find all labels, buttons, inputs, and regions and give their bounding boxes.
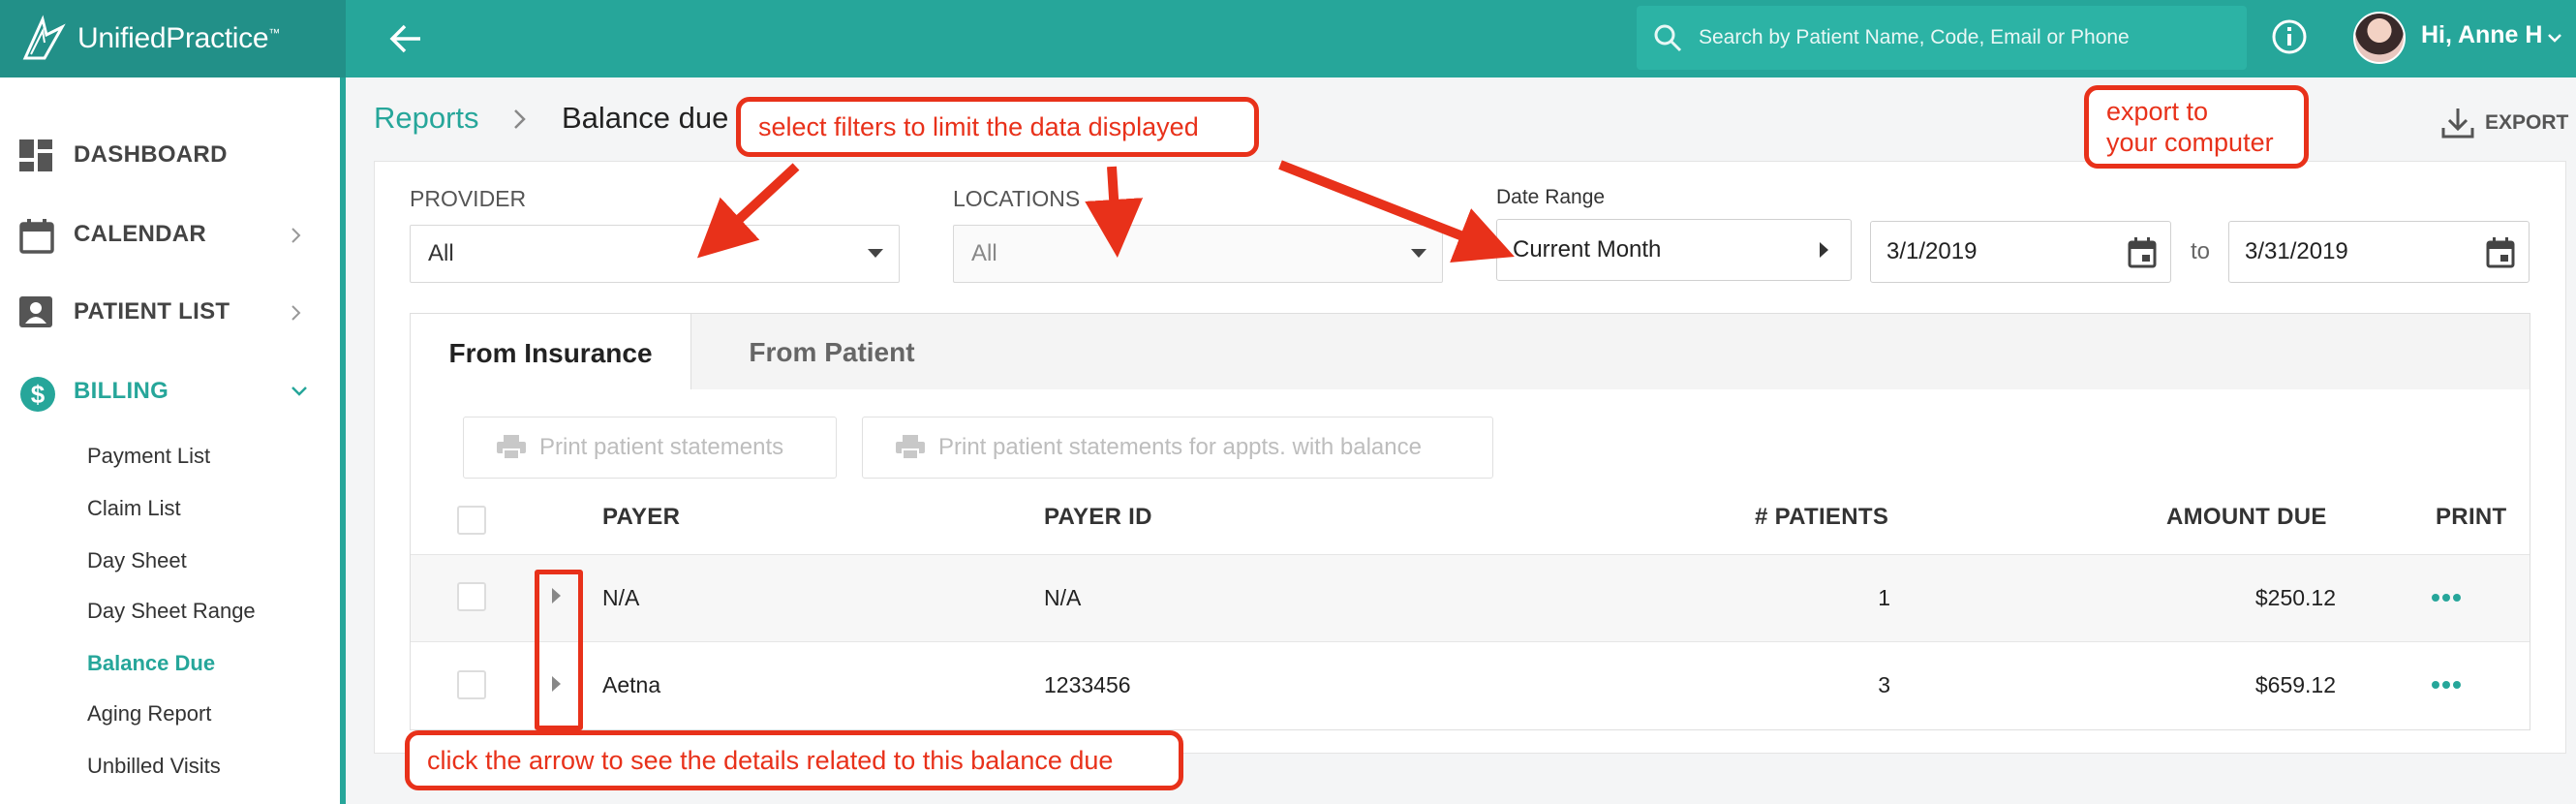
annotation-arrow xyxy=(1085,166,1144,258)
annotation-arrow xyxy=(696,163,800,259)
annotation-filters-callout: select filters to limit the data display… xyxy=(736,97,1259,157)
annotation-arrow xyxy=(1278,160,1515,263)
annotation-arrow-callout: click the arrow to see the details relat… xyxy=(405,730,1183,790)
annotation-export-line1: export to xyxy=(2106,97,2209,126)
annotation-export-line2: your computer xyxy=(2106,128,2274,157)
annotation-export-callout: export to your computer xyxy=(2084,85,2309,169)
annotation-highlight-box xyxy=(535,570,583,730)
